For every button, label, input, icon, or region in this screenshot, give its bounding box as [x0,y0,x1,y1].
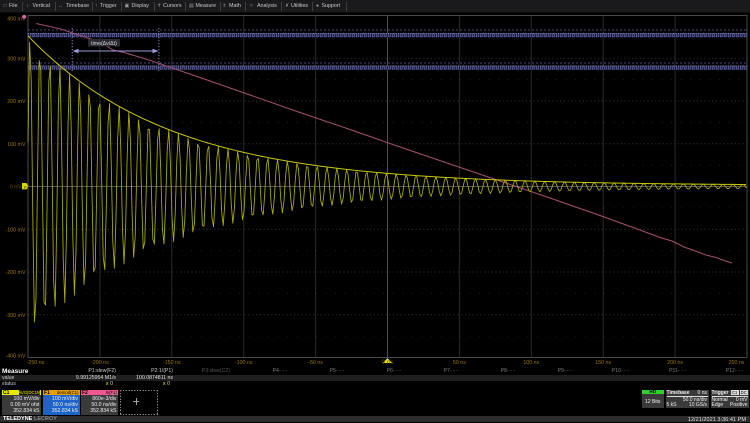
svg-text:-200 ns: -200 ns [91,360,109,366]
svg-text:-200 mV: -200 mV [5,270,25,276]
svg-text:-100 mV: -100 mV [5,227,25,233]
svg-text:-250 ns: -250 ns [27,360,45,366]
svg-text:F1: F1 [24,185,30,190]
svg-text:250 ns: 250 ns [729,360,745,366]
svg-text:-150 ns: -150 ns [163,360,181,366]
svg-text:200 mV: 200 mV [7,99,26,105]
svg-text:0 ns: 0 ns [381,359,394,366]
svg-text:-100 ns: -100 ns [235,360,253,366]
svg-text:200 ns: 200 ns [667,360,683,366]
svg-text:50 ns: 50 ns [453,360,466,366]
svg-text:-50 ns: -50 ns [308,360,323,366]
svg-text:150 ns: 150 ns [595,360,611,366]
svg-text:0 mV: 0 mV [10,185,22,191]
svg-text:300 mV: 300 mV [7,57,26,63]
svg-text:-400 mV: -400 mV [5,354,25,360]
svg-text:100 ns: 100 ns [523,360,539,366]
svg-text:-300 mV: -300 mV [5,313,25,319]
svg-text:100 mV: 100 mV [7,142,26,148]
svg-text:time(Δv/Δt): time(Δv/Δt) [91,41,117,47]
